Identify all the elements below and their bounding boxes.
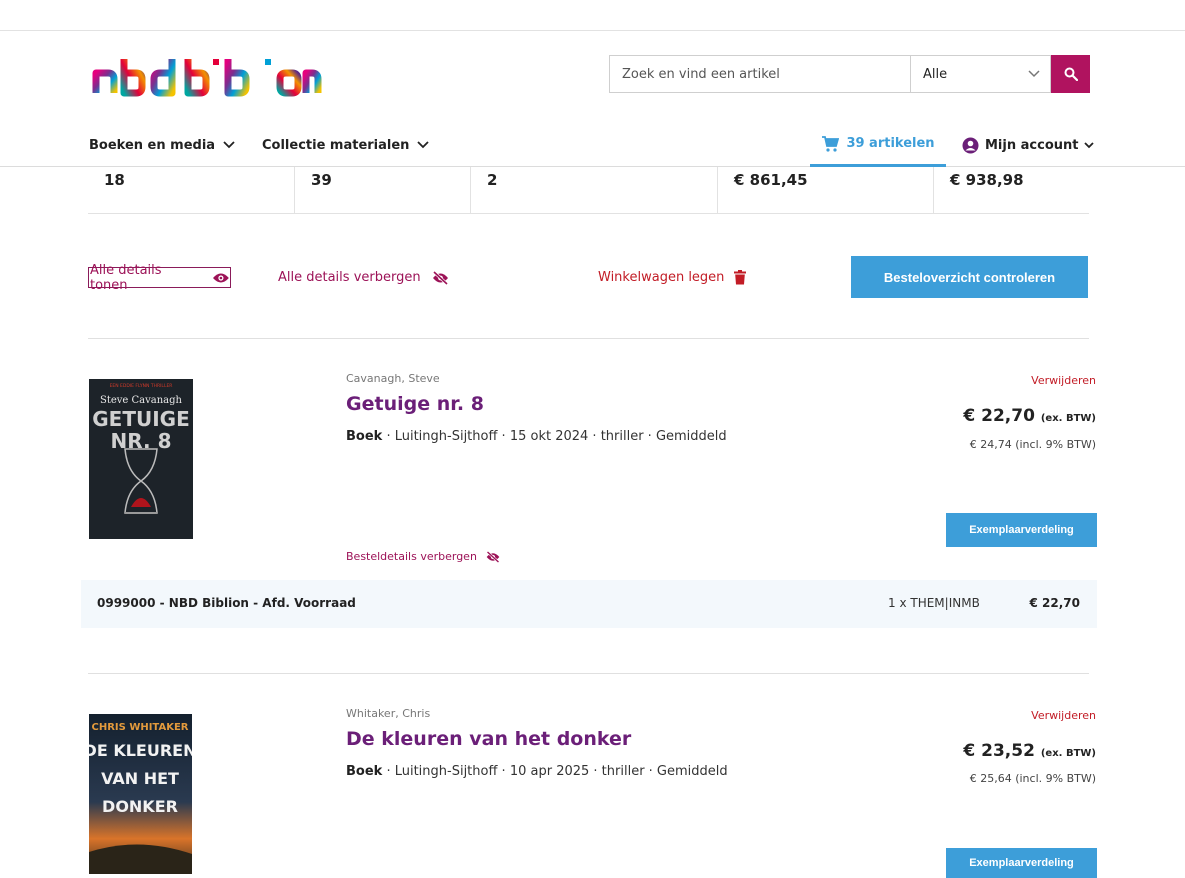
nav-books[interactable]: Boeken en media [89, 123, 235, 167]
nav-books-label: Boeken en media [89, 137, 216, 153]
clear-cart-button[interactable]: Winkelwagen legen [598, 267, 747, 288]
summary-value: 39 [311, 171, 332, 189]
item-meta-text: · Luitingh-Sijthoff · 10 apr 2025 · thri… [382, 764, 728, 779]
summary-value: € 861,45 [734, 171, 808, 189]
summary-value: € 938,98 [950, 171, 1024, 189]
toggle-order-details-label: Besteldetails verbergen [346, 550, 477, 563]
summary-value: 2 [487, 171, 498, 189]
cover-title: VAN HET [101, 769, 179, 788]
search-icon [1064, 67, 1078, 81]
cover-title: DONKER [102, 797, 178, 816]
item-author: Cavanagh, Steve [346, 372, 440, 385]
nav-materials-label: Collectie materialen [262, 137, 410, 153]
order-line-branch: 0999000 - NBD Biblion - Afd. Voorraad [97, 596, 356, 610]
site-header: Alle Boeken en media Collectie materiale… [0, 31, 1185, 167]
price-ex-label: (ex. BTW) [1040, 748, 1096, 759]
user-circle-icon [962, 137, 979, 153]
search-bar: Alle [609, 55, 1090, 93]
order-line: 0999000 - NBD Biblion - Afd. Voorraad 1 … [81, 580, 1097, 628]
nav-cart-label: 39 artikelen [846, 136, 935, 151]
eye-icon [213, 273, 230, 282]
item-price-incl: € 24,74 (incl. 9% BTW) [969, 438, 1096, 451]
copy-distribution-button[interactable]: Exemplaarverdeling [946, 848, 1097, 878]
search-input[interactable] [609, 55, 910, 93]
search-category-select[interactable]: Alle [910, 55, 1051, 93]
nav-materials[interactable]: Collectie materialen [262, 123, 430, 167]
price-ex-value: € 22,70 [963, 406, 1035, 426]
book-cover-art: CHRIS WHITAKER DE KLEUREN VAN HET DONKER [89, 714, 192, 874]
nav-cart[interactable]: 39 artikelen [810, 123, 946, 167]
remove-item-button[interactable]: Verwijderen [1031, 709, 1096, 722]
toggle-order-details-button[interactable]: Besteldetails verbergen [346, 550, 501, 563]
item-title[interactable]: De kleuren van het donker [346, 728, 631, 750]
cover-title: DE KLEUREN [89, 741, 192, 760]
item-meta: Boek · Luitingh-Sijthoff · 15 okt 2024 ·… [346, 429, 727, 444]
chevron-down-icon [1028, 70, 1040, 78]
clear-cart-label: Winkelwagen legen [598, 270, 725, 285]
price-ex-value: € 23,52 [963, 741, 1035, 761]
cover-author: Steve Cavanagh [100, 395, 183, 406]
book-cover[interactable]: CHRIS WHITAKER DE KLEUREN VAN HET DONKER [89, 714, 192, 874]
top-strip [0, 0, 1185, 31]
item-type: Boek [346, 429, 383, 444]
trash-icon [734, 270, 747, 285]
divider [88, 673, 1089, 674]
eye-slash-icon [486, 550, 500, 563]
item-price-ex: € 22,70 (ex. BTW) [963, 406, 1096, 426]
cover-title: GETUIGE [92, 407, 189, 431]
price-ex-label: (ex. BTW) [1040, 413, 1096, 424]
review-order-button[interactable]: Besteloverzicht controleren [851, 256, 1088, 298]
item-title[interactable]: Getuige nr. 8 [346, 393, 484, 415]
search-button[interactable] [1051, 55, 1090, 93]
search-category-value: Alle [923, 66, 948, 82]
cover-tagline: EEN EDDIE FLYNN THRILLER [110, 383, 173, 389]
chevron-down-icon [223, 141, 235, 149]
hide-all-details-label: Alle details verbergen [278, 270, 421, 285]
eye-slash-icon [432, 270, 448, 285]
cover-author: CHRIS WHITAKER [92, 722, 189, 733]
item-price-ex: € 23,52 (ex. BTW) [963, 741, 1096, 761]
order-line-price: € 22,70 [1029, 596, 1080, 610]
book-cover-art: EEN EDDIE FLYNN THRILLER Steve Cavanagh … [89, 379, 193, 539]
order-line-quantity: 1 x THEM|INMB [888, 596, 980, 610]
hide-all-details-button[interactable]: Alle details verbergen [278, 267, 450, 288]
item-author: Whitaker, Chris [346, 707, 431, 720]
remove-item-button[interactable]: Verwijderen [1031, 374, 1096, 387]
nav-account-label: Mijn account [985, 137, 1079, 153]
nbd-biblion-logo[interactable] [92, 55, 322, 97]
chevron-down-icon [1084, 141, 1095, 148]
cart-icon [822, 135, 840, 152]
show-all-details-label: Alle details tonen [90, 262, 162, 293]
nav-account[interactable]: Mijn account [962, 123, 1095, 167]
summary-value: 18 [104, 171, 125, 189]
divider [88, 338, 1089, 339]
item-price-incl: € 25,64 (incl. 9% BTW) [969, 772, 1096, 785]
item-meta: Boek · Luitingh-Sijthoff · 10 apr 2025 ·… [346, 764, 728, 779]
book-cover[interactable]: EEN EDDIE FLYNN THRILLER Steve Cavanagh … [89, 379, 193, 539]
item-type: Boek [346, 764, 383, 779]
show-all-details-button[interactable]: Alle details tonen [88, 263, 231, 293]
chevron-down-icon [417, 141, 430, 149]
item-meta-text: · Luitingh-Sijthoff · 15 okt 2024 · thri… [382, 429, 727, 444]
cart-summary: 18 39 2 € 861,45 € 938,98 [88, 167, 1089, 214]
copy-distribution-button[interactable]: Exemplaarverdeling [946, 513, 1097, 547]
